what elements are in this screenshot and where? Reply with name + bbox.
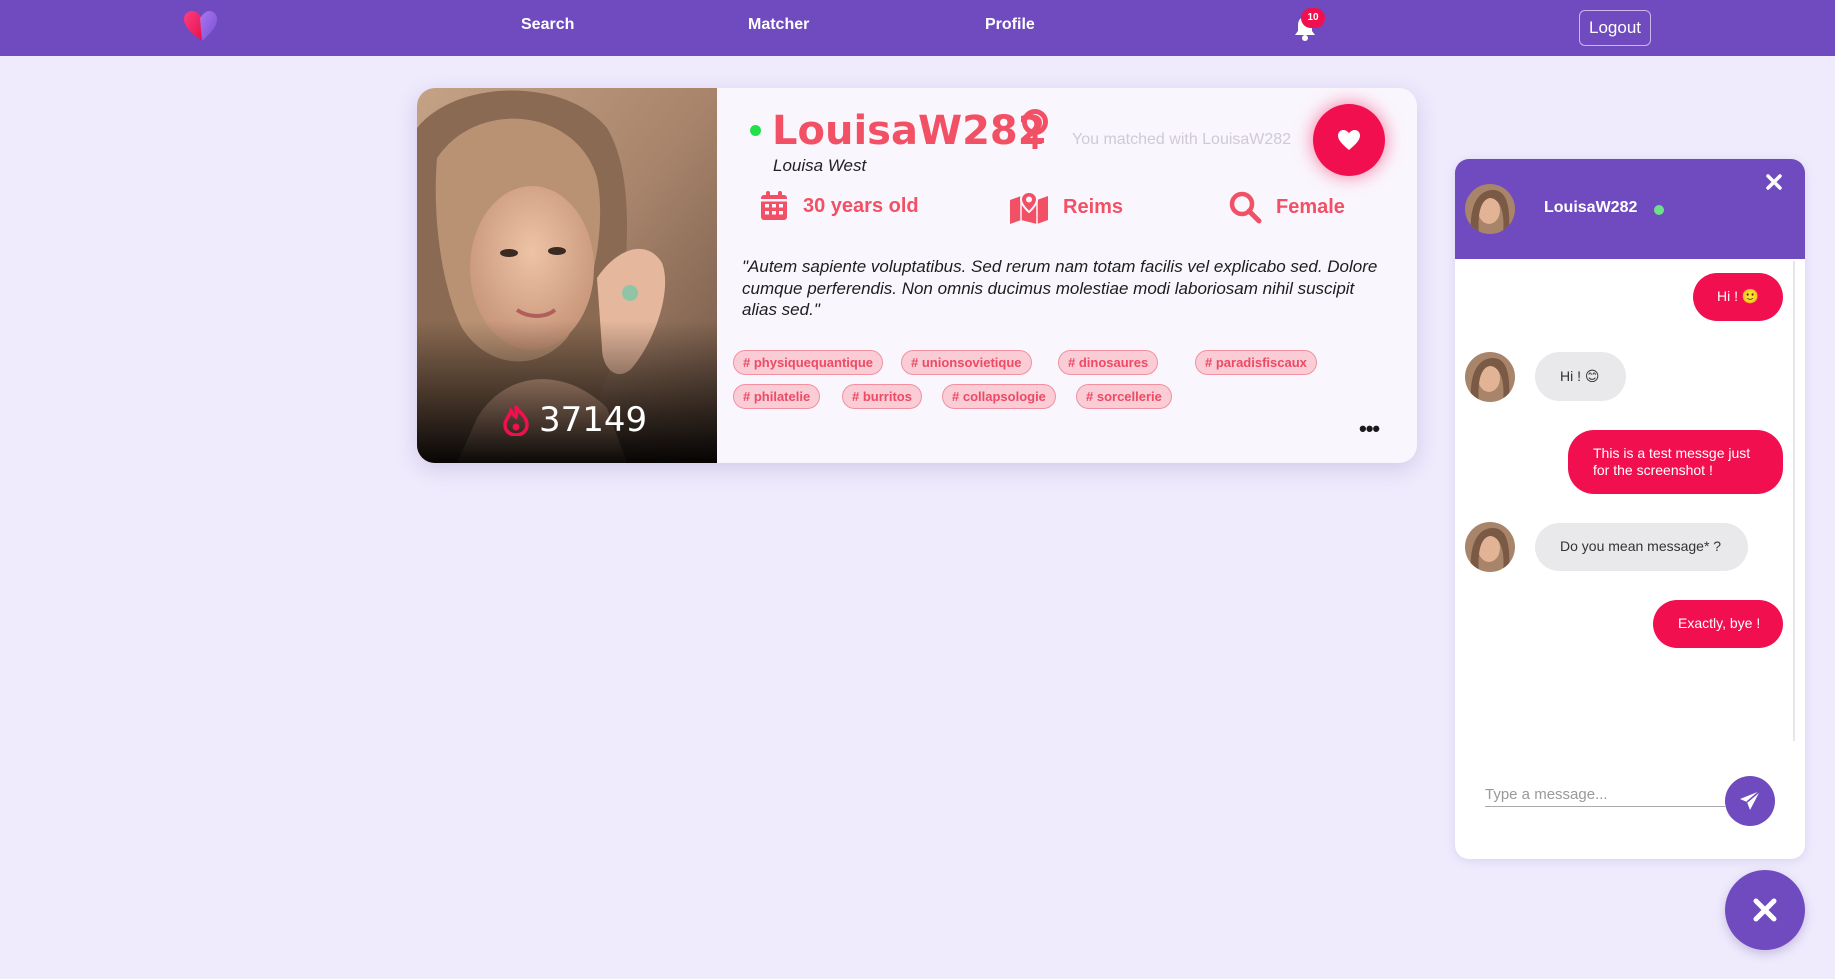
interest-tag[interactable]: # burritos xyxy=(842,384,922,409)
age-text: 30 years old xyxy=(803,194,919,217)
nav-search-link[interactable]: Search xyxy=(521,16,574,34)
flame-icon xyxy=(503,405,529,436)
chat-header: LouisaW282 xyxy=(1455,159,1805,259)
app-logo-heart-icon[interactable] xyxy=(180,8,220,44)
profile-username: LouisaW282 xyxy=(772,108,1046,154)
top-navbar: Search Matcher Profile 10 Logout xyxy=(0,0,1835,56)
paper-plane-icon xyxy=(1740,790,1761,810)
chat-online-dot xyxy=(1654,205,1664,215)
avatar xyxy=(1465,184,1515,234)
logout-button[interactable]: Logout xyxy=(1579,10,1651,46)
chat-toggle-button[interactable] xyxy=(1725,870,1805,950)
avatar xyxy=(1465,352,1515,402)
interest-tag[interactable]: # philatelie xyxy=(733,384,821,409)
calendar-icon xyxy=(761,191,787,220)
chat-message-sent: This is a test messge just for the scree… xyxy=(1568,430,1783,494)
chat-message-received: Do you mean message* ? xyxy=(1535,523,1748,571)
interest-tag[interactable]: # collapsologie xyxy=(942,384,1056,409)
interest-tag[interactable]: # unionsovietique xyxy=(901,350,1032,375)
online-status-dot xyxy=(750,125,761,136)
interest-tag[interactable]: # physiquequantique xyxy=(733,350,884,375)
city-info: Reims xyxy=(1009,190,1123,224)
profile-photo[interactable]: 37149 xyxy=(417,88,717,463)
female-symbol-icon xyxy=(1019,108,1051,157)
close-icon xyxy=(1753,898,1777,922)
popularity-score: 37149 xyxy=(501,400,647,440)
chat-scrollbar[interactable] xyxy=(1793,261,1795,741)
avatar xyxy=(1465,522,1515,572)
heart-icon xyxy=(1338,130,1360,150)
notification-count-badge: 10 xyxy=(1301,8,1325,28)
interest-tag[interactable]: # sorcellerie xyxy=(1076,384,1172,409)
search-icon xyxy=(1229,191,1262,224)
chat-contact-name: LouisaW282 xyxy=(1544,199,1638,216)
more-options-ellipsis-icon[interactable]: ••• xyxy=(1359,418,1380,440)
popularity-value: 37149 xyxy=(539,400,648,440)
age-info: 30 years old xyxy=(759,190,919,222)
looking-for-text: Female xyxy=(1276,195,1345,218)
nav-matcher-link[interactable]: Matcher xyxy=(748,16,809,34)
interest-tag[interactable]: # dinosaures xyxy=(1058,350,1159,375)
chat-message-sent: Exactly, bye ! xyxy=(1653,600,1783,648)
interest-tag[interactable]: # paradisfiscaux xyxy=(1195,350,1317,375)
chat-message-input[interactable] xyxy=(1485,783,1725,807)
matched-status-text: You matched with LouisaW282 xyxy=(1072,131,1292,148)
profile-card: 37149 LouisaW282 Louisa West You matched… xyxy=(417,88,1417,463)
chat-message-sent: Hi ! 🙂 xyxy=(1693,273,1783,321)
looking-for-info: Female xyxy=(1228,190,1345,224)
profile-bio: "Autem sapiente voluptatibus. Sed rerum … xyxy=(742,257,1378,319)
close-icon[interactable] xyxy=(1765,173,1783,196)
like-button[interactable] xyxy=(1313,104,1385,176)
chat-panel: LouisaW282 Hi ! 🙂 Hi ! 😊 This is a test … xyxy=(1455,159,1805,859)
chat-message-received: Hi ! 😊 xyxy=(1535,352,1626,401)
city-text: Reims xyxy=(1063,195,1124,218)
map-marker-icon xyxy=(1010,190,1048,224)
profile-real-name: Louisa West xyxy=(773,156,867,175)
send-button[interactable] xyxy=(1725,776,1775,826)
nav-profile-link[interactable]: Profile xyxy=(985,16,1035,34)
